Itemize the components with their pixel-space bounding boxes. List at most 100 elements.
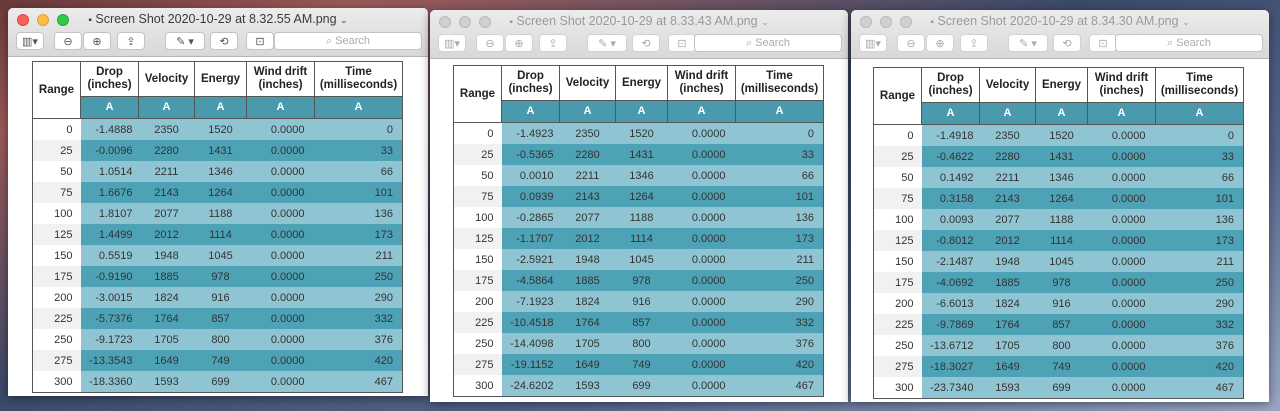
- column-header: Time (milliseconds): [1155, 67, 1244, 103]
- wind-drift-cell: 0.0000: [1087, 167, 1156, 188]
- energy-cell: 1431: [194, 140, 247, 161]
- toolbox-button[interactable]: ⊡: [668, 34, 696, 52]
- column-header: Energy: [615, 65, 668, 101]
- search-field[interactable]: ⌕ Search: [1115, 34, 1263, 52]
- zoom-in-button[interactable]: ⊕: [83, 32, 111, 50]
- energy-cell: 1346: [615, 165, 668, 186]
- rotate-button[interactable]: ⟲: [210, 32, 238, 50]
- time-cell: 66: [314, 161, 403, 182]
- range-cell: 150: [453, 249, 502, 270]
- time-cell: 33: [735, 144, 824, 165]
- wind-drift-cell: 0.0000: [667, 144, 736, 165]
- toolbox-icon: ⊡: [1098, 37, 1108, 50]
- velocity-cell: 2211: [559, 165, 616, 186]
- velocity-cell: 2077: [138, 203, 195, 224]
- range-cell: 75: [32, 182, 81, 203]
- table-row: 75 0.3158 2143 1264 0.0000 101: [873, 188, 1244, 209]
- zoom-in-button[interactable]: ⊕: [926, 34, 954, 52]
- range-cell: 200: [453, 291, 502, 312]
- drop-cell: -4.5864: [501, 270, 560, 291]
- table-row: 125 -1.1707 2012 1114 0.0000 173: [453, 228, 824, 249]
- range-cell: 175: [32, 266, 81, 287]
- drop-cell: -18.3027: [921, 356, 980, 377]
- pen-icon: ✎ ▾: [1019, 37, 1037, 50]
- drop-cell: -1.4923: [501, 122, 560, 144]
- markup-button[interactable]: ✎ ▾: [165, 32, 205, 50]
- toolbox-button[interactable]: ⊡: [1089, 34, 1117, 52]
- search-field[interactable]: ⌕ Search: [274, 32, 422, 50]
- zoom-in-button[interactable]: ⊕: [505, 34, 533, 52]
- wind-drift-cell: 0.0000: [246, 371, 315, 393]
- time-cell: 467: [735, 375, 824, 397]
- table-row: 100 1.8107 2077 1188 0.0000 136: [32, 203, 403, 224]
- preview-window-1[interactable]: ▪ Screen Shot 2020-10-29 at 8.32.55 AM.p…: [8, 8, 428, 396]
- velocity-cell: 2077: [979, 209, 1036, 230]
- preview-window-3[interactable]: ▪ Screen Shot 2020-10-29 at 8.34.30 AM.p…: [851, 10, 1269, 402]
- drop-cell: -6.6013: [921, 293, 980, 314]
- table-row: 275 -19.1152 1649 749 0.0000 420: [453, 354, 824, 375]
- wind-drift-cell: 0.0000: [246, 266, 315, 287]
- velocity-cell: 1593: [138, 371, 195, 393]
- chevron-down-icon[interactable]: ⌄: [761, 17, 769, 27]
- toolbox-button[interactable]: ⊡: [246, 32, 274, 50]
- column-header: Wind drift (inches): [246, 61, 315, 97]
- markup-button[interactable]: ✎ ▾: [1008, 34, 1048, 52]
- table-row: 275 -13.3543 1649 749 0.0000 420: [32, 350, 403, 371]
- zoom-out-button[interactable]: ⊖: [476, 34, 504, 52]
- drop-cell: 1.0514: [80, 161, 139, 182]
- sidebar-toggle-button[interactable]: ▥▾: [16, 32, 44, 50]
- velocity-cell: 1764: [979, 314, 1036, 335]
- range-cell: 300: [453, 375, 502, 397]
- title-bar[interactable]: ▪ Screen Shot 2020-10-29 at 8.34.30 AM.p…: [851, 10, 1269, 59]
- velocity-cell: 2280: [138, 140, 195, 161]
- table-row: 175 -4.5864 1885 978 0.0000 250: [453, 270, 824, 291]
- preview-window-2[interactable]: ▪ Screen Shot 2020-10-29 at 8.33.43 AM.p…: [430, 10, 848, 402]
- rotate-button[interactable]: ⟲: [632, 34, 660, 52]
- search-field[interactable]: ⌕ Search: [694, 34, 842, 52]
- wind-drift-cell: 0.0000: [1087, 335, 1156, 356]
- sidebar-toggle-button[interactable]: ▥▾: [859, 34, 887, 52]
- range-cell: 225: [873, 314, 922, 335]
- velocity-cell: 2012: [138, 224, 195, 245]
- zoom-out-button[interactable]: ⊖: [54, 32, 82, 50]
- table-row: 0 -1.4888 2350 1520 0.0000 0: [32, 118, 403, 140]
- share-button[interactable]: ⇪: [539, 34, 567, 52]
- title-bar[interactable]: ▪ Screen Shot 2020-10-29 at 8.32.55 AM.p…: [8, 8, 428, 57]
- title-bar[interactable]: ▪ Screen Shot 2020-10-29 at 8.33.43 AM.p…: [430, 10, 848, 59]
- wind-drift-cell: 0.0000: [1087, 124, 1156, 146]
- share-button[interactable]: ⇪: [117, 32, 145, 50]
- wind-drift-cell: 0.0000: [1087, 188, 1156, 209]
- sidebar-icon: ▥▾: [22, 35, 38, 48]
- column-subheader: A: [194, 96, 247, 119]
- wind-drift-cell: 0.0000: [1087, 146, 1156, 167]
- column-subheader: A: [138, 96, 195, 119]
- wind-drift-cell: 0.0000: [1087, 251, 1156, 272]
- zoom-out-button[interactable]: ⊖: [897, 34, 925, 52]
- energy-cell: 1346: [1035, 167, 1088, 188]
- velocity-cell: 1948: [138, 245, 195, 266]
- table-row: 200 -6.6013 1824 916 0.0000 290: [873, 293, 1244, 314]
- rotate-button[interactable]: ⟲: [1053, 34, 1081, 52]
- wind-drift-cell: 0.0000: [667, 354, 736, 375]
- energy-cell: 978: [1035, 272, 1088, 293]
- range-cell: 50: [873, 167, 922, 188]
- sidebar-toggle-button[interactable]: ▥▾: [438, 34, 466, 52]
- time-cell: 0: [314, 118, 403, 140]
- markup-button[interactable]: ✎ ▾: [587, 34, 627, 52]
- share-button[interactable]: ⇪: [960, 34, 988, 52]
- chevron-down-icon[interactable]: ⌄: [1182, 17, 1190, 27]
- energy-cell: 1114: [615, 228, 668, 249]
- range-cell: 75: [453, 186, 502, 207]
- energy-cell: 1045: [1035, 251, 1088, 272]
- drop-cell: -4.0692: [921, 272, 980, 293]
- range-cell: 300: [873, 377, 922, 399]
- drop-cell: -1.4918: [921, 124, 980, 146]
- velocity-cell: 2211: [979, 167, 1036, 188]
- wind-drift-cell: 0.0000: [1087, 377, 1156, 399]
- column-header: Time (milliseconds): [314, 61, 403, 97]
- drop-cell: -0.8012: [921, 230, 980, 251]
- chevron-down-icon[interactable]: ⌄: [340, 15, 348, 25]
- column-header: Time (milliseconds): [735, 65, 824, 101]
- column-subheader: A: [979, 102, 1036, 125]
- drop-cell: -23.7340: [921, 377, 980, 399]
